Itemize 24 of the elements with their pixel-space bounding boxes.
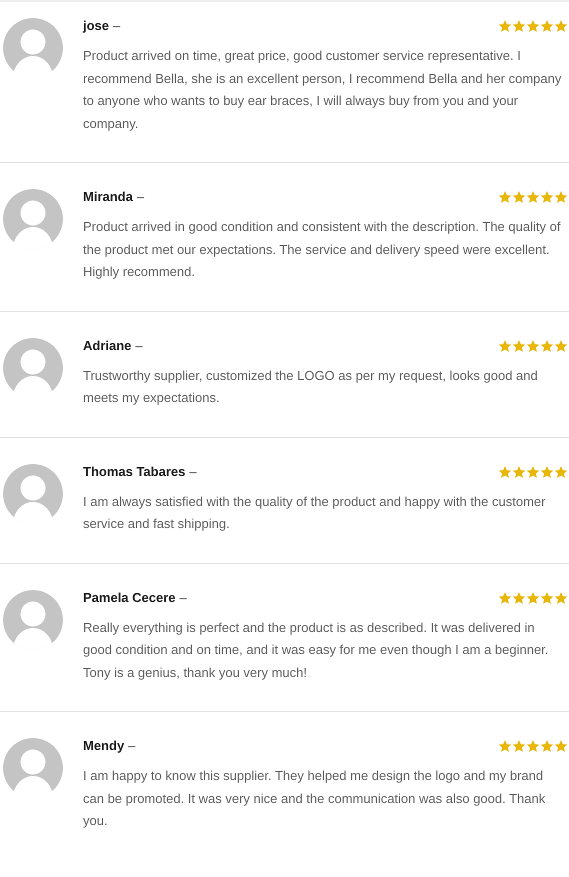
avatar-icon	[3, 189, 63, 249]
separator-dash: –	[128, 738, 136, 753]
avatar-icon	[3, 590, 63, 650]
avatar-icon	[3, 464, 63, 524]
review-text: Product arrived in good condition and consistent with the description. The quality of the product met our expectations. The service and delivery speed were excellent. Highly recommend.	[83, 218, 562, 281]
review-text: Trustworthy supplier, customized the LOGO as per my request, looks good and meets my expectations.	[83, 366, 539, 407]
avatar-icon	[3, 18, 63, 78]
separator-dash: –	[136, 189, 144, 204]
reviewer-name: Thomas Tabares	[83, 464, 186, 478]
review-text: Really everything is perfect and the product is as described. It was delivered in good condition and on time, and it was easy for me even though I am a beginner. Tony is a genius, thank you very much!	[83, 618, 550, 682]
separator-dash: –	[135, 338, 143, 352]
reviewer-name: Mendy	[83, 738, 124, 753]
separator-dash: –	[180, 590, 187, 604]
reviewer-name: Adriane	[83, 338, 132, 352]
review-text: Product arrived on time, great price, good customer service representative. I recommend Bella, she is an excellent person, I recommend Bella and her company to anyone who wants to buy ear braces, I will always buy from you and your company.	[83, 47, 562, 133]
review-text: I am always satisfied with the quality of the product and happy with the customer service and fast shipping.	[83, 492, 546, 533]
separator-dash: –	[113, 18, 120, 33]
review-text: I am happy to know this supplier. They helped me design the logo and my brand can be promoted. It was very nice and the communication was also good. Thank you.	[83, 767, 546, 830]
reviewer-name: jose	[83, 18, 110, 33]
reviewer-name: Miranda	[83, 189, 133, 204]
avatar-icon	[3, 338, 63, 398]
separator-dash: –	[189, 464, 197, 478]
avatar-icon	[3, 738, 63, 798]
reviewer-name: Pamela Cecere	[83, 590, 176, 604]
